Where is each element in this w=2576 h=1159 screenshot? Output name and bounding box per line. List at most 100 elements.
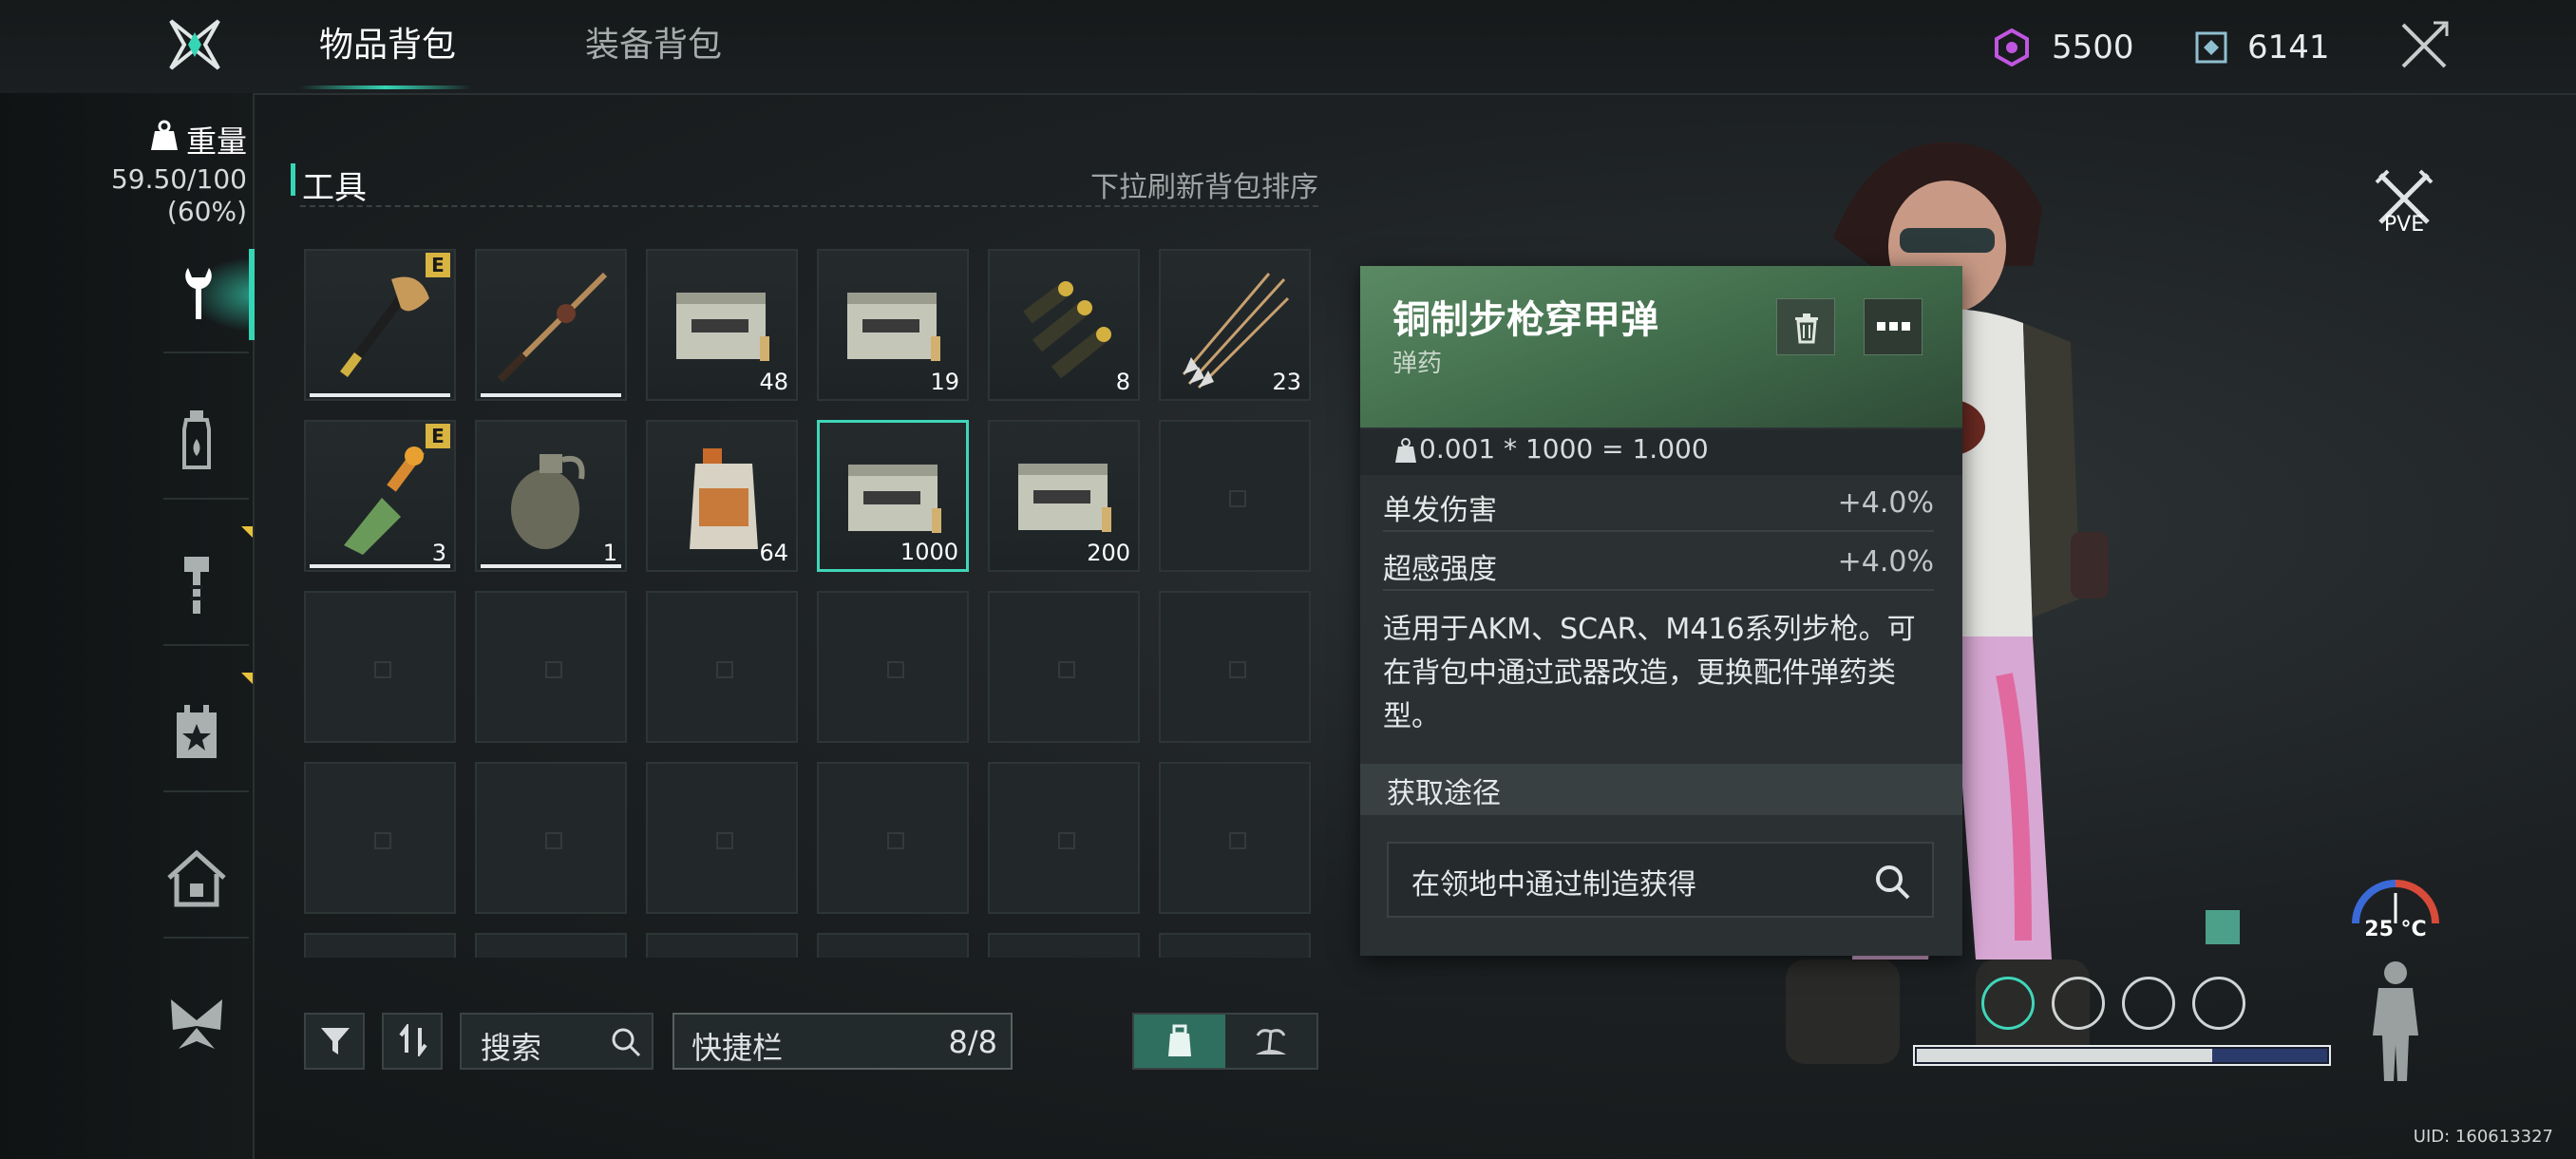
filter-icon	[321, 1028, 350, 1054]
butterfly-icon[interactable]	[163, 992, 230, 1058]
empty-slot-marker	[887, 832, 904, 849]
sort-button[interactable]	[382, 1013, 443, 1070]
inventory-slot[interactable]: E 3	[304, 420, 456, 572]
bag-location-toggle[interactable]	[1132, 1013, 1318, 1070]
sidebar-separator	[163, 790, 249, 792]
inventory-slot[interactable]: E	[304, 249, 456, 401]
empty-slot[interactable]	[475, 591, 627, 743]
durability-bar	[481, 564, 621, 568]
search-icon	[1876, 865, 1910, 900]
empty-slot[interactable]	[646, 933, 798, 958]
inventory-slot[interactable]: 48	[646, 249, 798, 401]
inventory-slot[interactable]: 23	[1159, 249, 1311, 401]
empty-slot[interactable]	[1159, 762, 1311, 914]
weight-value: 59.50/100	[110, 163, 247, 195]
durability-bar	[310, 564, 450, 568]
inventory-slot[interactable]: 19	[817, 249, 969, 401]
empty-slot[interactable]	[988, 591, 1140, 743]
item-quantity: 1	[602, 540, 617, 566]
stat-name: 单发伤害	[1383, 494, 1497, 527]
search-input[interactable]: 搜索	[460, 1013, 653, 1070]
stomach-status-icon[interactable]	[2192, 977, 2245, 1030]
axe-icon	[340, 276, 429, 377]
delete-button[interactable]	[1776, 298, 1835, 355]
hammer-icon[interactable]	[163, 553, 230, 619]
empty-slot[interactable]	[817, 762, 969, 914]
empty-slot[interactable]	[646, 591, 798, 743]
item-quantity: 200	[1087, 540, 1130, 566]
empty-slot-marker	[545, 832, 562, 849]
inventory-slot[interactable]	[475, 249, 627, 401]
inventory-grid[interactable]: E 48 19 8 23 E 3 1 64 1000 200	[304, 249, 1318, 958]
weight-icon	[1395, 438, 1416, 463]
stat-value: +4.0%	[1837, 486, 1934, 520]
weight-icon	[151, 120, 178, 150]
empty-slot[interactable]	[304, 933, 456, 958]
empty-slot[interactable]	[304, 591, 456, 743]
inventory-slot[interactable]: 8	[988, 249, 1140, 401]
empty-slot-marker	[1229, 490, 1246, 507]
tab-equipment-bag[interactable]: 装备背包	[585, 19, 722, 76]
weight-label: 重量	[186, 124, 248, 160]
stat-value: +4.0%	[1837, 545, 1934, 579]
token-amount: 6141	[2247, 28, 2330, 66]
inventory-slot[interactable]: 1	[475, 420, 627, 572]
island-icon	[1256, 1029, 1286, 1054]
empty-slot[interactable]	[988, 762, 1140, 914]
inventory-slot[interactable]: 200	[988, 420, 1140, 572]
stamina-fill	[1917, 1049, 2212, 1062]
tab-item-bag[interactable]: 物品背包	[319, 19, 456, 76]
new-item-marker	[241, 673, 253, 684]
user-id: UID: 160613327	[2413, 1127, 2553, 1147]
item-description: 适用于AKM、SCAR、M416系列步枪。可在背包中通过武器改造，更换配件弹药类…	[1383, 613, 1916, 733]
empty-slot-marker	[1229, 832, 1246, 849]
more-options-button[interactable]	[1864, 298, 1923, 355]
active-tab-indicator	[300, 86, 471, 89]
inventory-slot-selected[interactable]: 1000	[817, 420, 969, 572]
token-icon	[2195, 31, 2227, 64]
stat-row: 单发伤害 +4.0%	[1383, 477, 1934, 532]
empty-slot[interactable]	[988, 933, 1140, 958]
search-placeholder: 搜索	[481, 1030, 542, 1066]
strength-status-icon[interactable]	[1981, 977, 2035, 1030]
item-quantity: 19	[930, 369, 959, 395]
toggle-backpack[interactable]	[1134, 1015, 1225, 1068]
filter-button[interactable]	[304, 1013, 365, 1070]
empty-slot[interactable]	[1159, 933, 1311, 958]
backpack-icon	[1168, 1024, 1191, 1056]
hydration-status-icon[interactable]	[2122, 977, 2175, 1030]
empty-slot[interactable]	[817, 933, 969, 958]
sort-hint: 下拉刷新背包排序	[1090, 171, 1318, 204]
sidebar-separator	[163, 937, 249, 939]
empty-slot[interactable]	[1159, 420, 1311, 572]
inventory-slot[interactable]: 64	[646, 420, 798, 572]
durability-bar	[481, 393, 621, 397]
empty-slot[interactable]	[646, 762, 798, 914]
close-icon[interactable]	[2396, 17, 2453, 74]
calendar-star-icon[interactable]	[163, 699, 230, 766]
source-entry[interactable]: 在领地中通过制造获得	[1387, 842, 1934, 918]
empty-slot-marker	[545, 661, 562, 678]
pve-mode-label: PVE	[2383, 213, 2425, 237]
toggle-island-storage[interactable]	[1225, 1015, 1316, 1068]
empty-slot-marker	[887, 661, 904, 678]
item-type: 弹药	[1392, 350, 1443, 378]
empty-slot[interactable]	[1159, 591, 1311, 743]
section-accent-bar	[291, 163, 295, 196]
wrench-icon[interactable]	[163, 260, 230, 327]
buff-status-icon[interactable]	[2206, 910, 2240, 944]
empty-slot[interactable]	[304, 762, 456, 914]
item-quantity: 1000	[900, 539, 958, 565]
head-status-icon[interactable]	[2052, 977, 2105, 1030]
item-weight-formula: 0.001 * 1000 = 1.000	[1419, 433, 1709, 465]
empty-slot[interactable]	[817, 591, 969, 743]
weight-percent: (60%)	[166, 196, 247, 227]
body-status-icon[interactable]	[2365, 960, 2426, 1083]
empty-slot[interactable]	[475, 933, 627, 958]
house-icon[interactable]	[163, 846, 230, 912]
sidebar-separator	[163, 352, 249, 353]
empty-slot[interactable]	[475, 762, 627, 914]
bottle-icon[interactable]	[163, 407, 230, 473]
quickbar-button[interactable]: 快捷栏 8/8	[672, 1013, 1013, 1070]
game-logo-icon[interactable]	[167, 17, 222, 72]
